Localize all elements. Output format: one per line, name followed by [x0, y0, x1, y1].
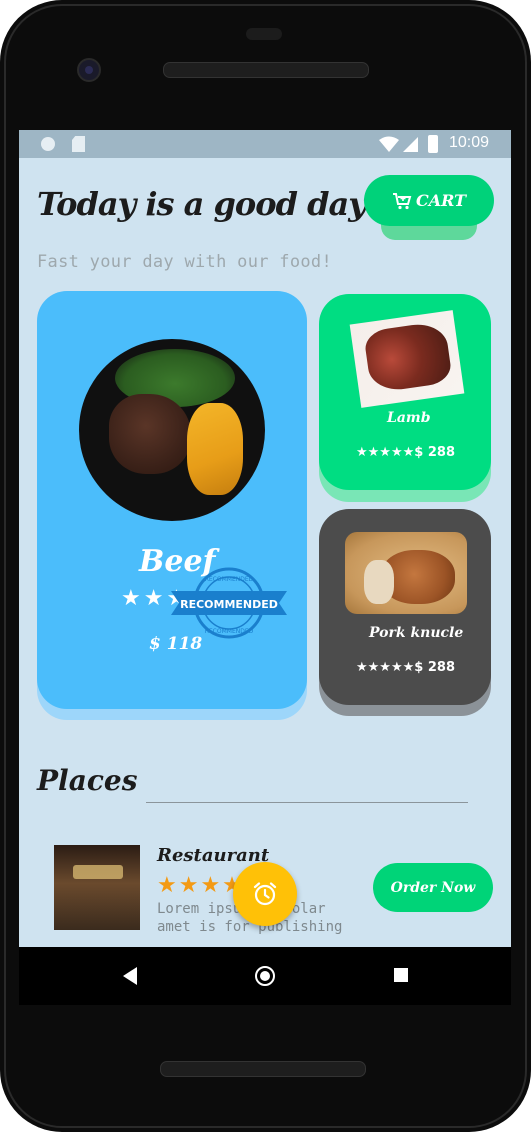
- restaurant-image: [54, 845, 140, 930]
- alarm-fab-button[interactable]: [233, 862, 297, 926]
- cart-button[interactable]: CART: [364, 175, 494, 226]
- battery-icon: [428, 135, 438, 153]
- top-speaker: [163, 62, 369, 78]
- pork-rating: ★★★★★$ 288: [356, 660, 455, 675]
- lamb-price: $ 288: [414, 445, 455, 460]
- fries: [187, 403, 243, 495]
- signal-icon: [403, 137, 418, 152]
- order-now-button[interactable]: Order Now: [373, 863, 493, 912]
- restaurant-name: Restaurant: [157, 845, 270, 866]
- home-icon[interactable]: [255, 966, 275, 986]
- front-camera: [77, 58, 101, 82]
- pork-bones: [364, 560, 394, 604]
- pork-stars: ★★★★★: [356, 660, 415, 675]
- page-title: Today is a good day: [37, 185, 367, 223]
- back-icon[interactable]: [123, 967, 137, 985]
- lamb-stars: ★★★★★: [356, 445, 415, 460]
- status-bar: 10:09: [19, 130, 511, 158]
- bottom-speaker: [160, 1061, 366, 1077]
- pork-name: Pork knucle: [369, 625, 464, 641]
- places-title: Places: [37, 764, 138, 797]
- restaurant-image-light: [73, 865, 123, 879]
- pork-price: $ 288: [414, 660, 455, 675]
- lamb-name: Lamb: [387, 410, 431, 426]
- cart-icon: [392, 192, 412, 209]
- top-sensor: [246, 28, 282, 40]
- alarm-icon: [253, 882, 277, 906]
- recommended-badge-icon: RECOMMENDED RECOMMENDED RECOMMENDED: [171, 567, 287, 639]
- status-time: 10:09: [449, 134, 490, 151]
- cart-label: CART: [415, 191, 467, 210]
- sd-card-icon: [72, 136, 85, 152]
- notification-dot-icon: [41, 137, 55, 151]
- beef-image: [79, 339, 265, 521]
- lamb-rating: ★★★★★$ 288: [356, 445, 455, 460]
- steak: [109, 394, 191, 474]
- badge-ring-text: RECOMMENDED: [205, 576, 254, 583]
- badge-text: RECOMMENDED: [180, 598, 278, 611]
- recent-apps-icon[interactable]: [394, 968, 408, 982]
- places-divider: [146, 802, 468, 803]
- navigation-bar: [19, 947, 511, 1005]
- page-subtitle: Fast your day with our food!: [37, 252, 332, 272]
- wifi-icon: [379, 136, 399, 152]
- badge-ring-text-bottom: RECOMMENDED: [205, 628, 254, 635]
- app-screen: 10:09 Today is a good day CART Fast your…: [19, 130, 511, 947]
